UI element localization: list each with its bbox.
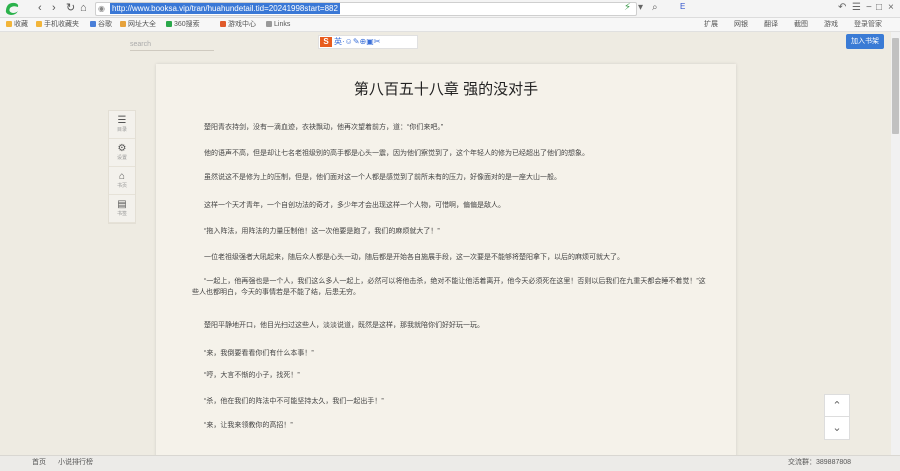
scroll-up-button[interactable]: ⌃	[824, 394, 850, 418]
profile-label[interactable]: E	[680, 2, 685, 11]
bookbar-tool[interactable]: 翻译	[764, 20, 778, 29]
paragraph: “一起上，他再强也是一个人，我们这么多人一起上，必然可以将他击杀，绝对不能让他活…	[192, 278, 706, 296]
sidebar-item-label: 设置	[116, 155, 127, 161]
home-icon: ⌂	[118, 171, 126, 182]
paragraph: “哼，大言不惭的小子，找死！”	[204, 372, 300, 379]
bookmark-icon	[220, 21, 226, 27]
bookbar-tool[interactable]: 登录管家	[854, 20, 882, 29]
menu-icon[interactable]: ☰	[852, 2, 861, 13]
forward-icon[interactable]: ›	[52, 2, 56, 15]
bookmark-label: Links	[274, 21, 291, 28]
translate-toolbar[interactable]: S 英·☺✎⊕▣✂	[318, 35, 418, 49]
paragraph: “来，我倒要看看你们有什么本事！”	[204, 350, 314, 357]
bookbar-tool[interactable]: 截图	[794, 20, 808, 29]
sidebar-item[interactable]: ☰ 目录	[109, 111, 135, 139]
close-icon[interactable]: ×	[888, 2, 894, 13]
url-text[interactable]: http://www.booksa.vip/tran/huahundetail.…	[110, 3, 340, 14]
bookbar-tool[interactable]: 游戏	[824, 20, 838, 29]
bookmark-label: 游戏中心	[228, 21, 256, 28]
paragraph: 楚阳青衣持剑，没有一滴血迹，衣袂飘动，他再次望着前方，道：“你们来吧。”	[204, 124, 444, 131]
paragraph: “来，让我来领教你的高招！”	[204, 422, 293, 429]
bookmark-item[interactable]: 网址大全	[120, 20, 156, 29]
bookmark-label: 谷歌	[98, 21, 112, 28]
bookmark-icon	[266, 21, 272, 27]
bookmark-icon	[90, 21, 96, 27]
globe-icon: ◉	[98, 4, 105, 13]
list-icon: ☰	[117, 115, 127, 126]
chapter-content: 第八百五十八章 强的没对手 楚阳青衣持剑，没有一滴血迹，衣袂飘动，他再次望着前方…	[156, 64, 736, 459]
scrollbar-thumb[interactable]	[892, 38, 899, 134]
translate-toolbar-label[interactable]: 英·☺✎⊕▣✂	[334, 37, 381, 46]
undo-icon[interactable]: ↶	[838, 2, 846, 13]
bookmark-icon: ▤	[117, 199, 127, 210]
add-shelf-button[interactable]: 加入书架	[846, 34, 884, 49]
footer-qq-group: 交流群：389887808	[788, 459, 852, 466]
footer: 首页 小说排行榜 交流群：389887808	[0, 455, 900, 471]
bookmark-label: 收藏	[14, 21, 28, 28]
back-icon[interactable]: ‹	[38, 2, 42, 15]
bookmark-icon	[36, 21, 42, 27]
scroll-down-button[interactable]: ⌄	[824, 416, 850, 440]
bookmark-item[interactable]: 谷歌	[90, 20, 112, 29]
bookmark-label: 网址大全	[128, 21, 156, 28]
security-icon[interactable]: ⚡	[624, 2, 631, 13]
bookmark-label: 360搜索	[174, 21, 200, 28]
paragraph: 他的语声不高，但是却让七名老祖级别的高手都是心头一震，因为他们察觉到了，这个年轻…	[204, 150, 589, 157]
bookmark-icon	[120, 21, 126, 27]
bookmark-item[interactable]: 360搜索	[166, 20, 200, 29]
paragraph: 楚阳平静地开口，他目光扫过这些人，淡淡说道，既然是这样，那我就陪你们好好玩一玩。	[204, 322, 484, 329]
bookmark-label: 手机收藏夹	[44, 21, 79, 28]
paragraph: “杀，他在我们的阵法中不可能坚持太久，我们一起出手！”	[204, 398, 384, 405]
bookbar-tool[interactable]: 扩展	[704, 20, 718, 29]
address-bar[interactable]: ◉ http://www.booksa.vip/tran/huahundetai…	[95, 2, 637, 16]
gear-icon: ⚙	[117, 143, 127, 154]
sidebar-item-label: 目录	[116, 127, 127, 133]
bookmarks-bar: 收藏 手机收藏夹 谷歌 网址大全 360搜索 游戏中心 Links 扩展 网银 翻译 截图 游戏 登录管…	[0, 18, 900, 32]
maximize-icon[interactable]: □	[876, 2, 882, 13]
bookbar-tool[interactable]: 网银	[734, 20, 748, 29]
bookmark-item[interactable]: 手机收藏夹	[36, 20, 79, 29]
search-input[interactable]: search	[130, 40, 214, 51]
sidebar-item-label: 书签	[116, 211, 127, 217]
minimize-icon[interactable]: −	[866, 2, 872, 13]
home-icon[interactable]: ⌂	[80, 2, 87, 15]
paragraph: 虽然说这不是修为上的压制，但是，他们面对这一个人都是感觉到了前所未有的压力，好像…	[204, 174, 561, 181]
sidebar-item-label: 书页	[116, 183, 127, 189]
paragraph: “拖入阵法，用阵法的力量压制他！这一次他要是跑了，我们的麻烦就大了！”	[204, 228, 440, 235]
bookmark-icon	[6, 21, 12, 27]
sidebar-item[interactable]: ▤ 书签	[109, 195, 135, 223]
scrollbar[interactable]	[891, 32, 900, 456]
sidebar-item[interactable]: ⌂ 书页	[109, 167, 135, 195]
paragraph: 一位老祖级强者大吼起来，随后众人都是心头一动，随后都是开始各自施展手段，这一次要…	[204, 254, 624, 261]
bookmark-item[interactable]: Links	[266, 20, 290, 29]
bookmark-icon	[166, 21, 172, 27]
footer-link-home[interactable]: 首页	[32, 456, 46, 470]
browser-logo-icon	[5, 2, 19, 15]
bookmark-item[interactable]: 收藏	[6, 20, 28, 29]
search-icon[interactable]: ⌕	[652, 2, 658, 13]
sogou-icon: S	[320, 37, 332, 47]
paragraph: 这样一个天才青年，一个自创功法的奇才，多少年才会出现这样一个人物，可惜啊，偏偏是…	[204, 202, 505, 209]
refresh-icon[interactable]: ↻	[66, 2, 75, 15]
footer-link-rank[interactable]: 小说排行榜	[58, 456, 93, 470]
bookmark-item[interactable]: 游戏中心	[220, 20, 256, 29]
dropdown-icon[interactable]: ▾	[638, 2, 643, 13]
sidebar-item[interactable]: ⚙ 设置	[109, 139, 135, 167]
chapter-title: 第八百五十八章 强的没对手	[353, 81, 539, 98]
browser-toolbar: ‹ › ↻ ⌂ ◉ http://www.booksa.vip/tran/hua…	[0, 0, 900, 18]
side-navigation: ☰ 目录 ⚙ 设置 ⌂ 书页 ▤ 书签	[108, 110, 136, 224]
